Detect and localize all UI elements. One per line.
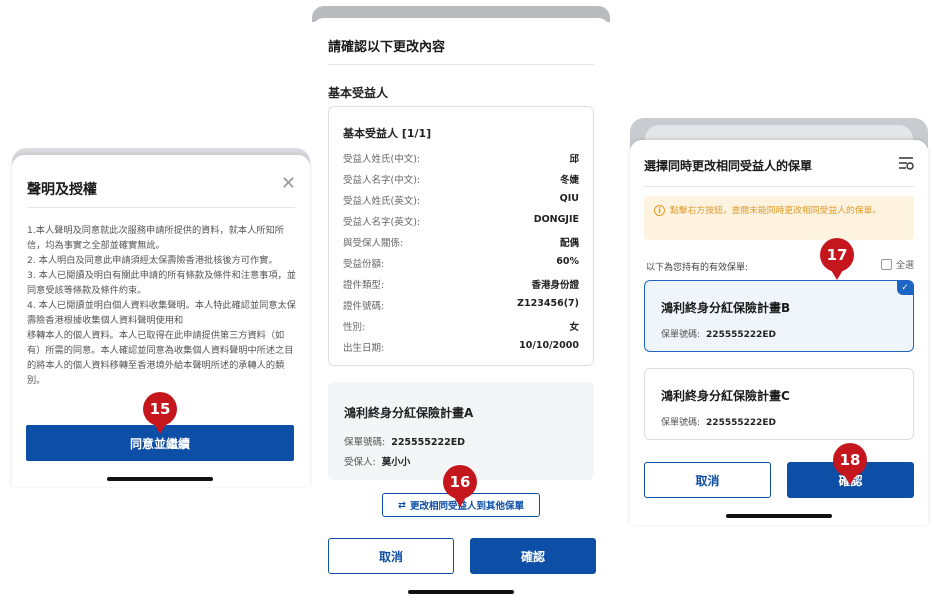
step-badge-15: 15	[143, 392, 177, 434]
insured-label: 受保人:	[344, 457, 376, 468]
field-row: 與受保人關係: 配偶	[343, 235, 579, 249]
policy-number-row: 保單號碼: 225555222ED	[661, 415, 776, 428]
field-value: 60%	[556, 256, 579, 267]
field-label: 受益人姓氏(英文):	[343, 196, 421, 207]
field-row: 受益份額: 60%	[343, 256, 579, 270]
declaration-paragraph: 3. 本人已閱讀及明白有關此申請的所有條款及條件和注意事項，並同意受該等條款及條…	[27, 270, 296, 296]
policy-label: 保單號碼:	[661, 330, 701, 340]
section-title: 基本受益人	[328, 86, 389, 100]
cancel-button[interactable]: 取消	[644, 462, 771, 498]
sheet-title: 選擇同時更改相同受益人的保單	[644, 159, 813, 173]
field-row: 受益人姓氏(英文): QIU	[343, 193, 579, 207]
beneficiary-card: 基本受益人 [1/1] 受益人姓氏(中文): 邱 受益人名字(中文): 冬婕 受益人…	[328, 106, 594, 366]
notice-banner: i 點擊右方按鈕，查閱未能同時更改相同受益人的保單。	[644, 196, 914, 240]
filter-icon[interactable]	[898, 156, 914, 170]
field-label: 證件類型:	[343, 280, 385, 291]
field-row: 出生日期: 10/10/2000	[343, 340, 579, 354]
declaration-text: 1.本人聲明及同意就此次服務申請所提供的資料，就本人所知所信，均為事實之全部並確…	[27, 223, 297, 388]
field-row: 證件類型: 香港身份證	[343, 277, 579, 291]
declaration-paragraph: 移轉本人的個人資料。本人已取得在此申請提供第三方資料（如有）所需的同意。本人確認…	[27, 330, 294, 386]
policy-label: 保單號碼:	[661, 418, 701, 428]
field-row: 受益人姓氏(中文): 邱	[343, 151, 579, 165]
checkbox-icon[interactable]	[880, 259, 892, 270]
sheet-top	[312, 18, 610, 32]
home-indicator	[408, 590, 514, 594]
field-row: 證件號碼: Z123456(7)	[343, 298, 579, 312]
insured-name: 莫小小	[381, 457, 411, 468]
declaration-paragraph: 4. 本人已閱讀並明白個人資料收集聲明。本人特此確認並同意太保壽險香港根據收集個…	[27, 300, 296, 326]
check-icon: ✓	[897, 281, 913, 295]
declaration-paragraph: 2. 本人明白及同意此申請須經太保壽險香港批核後方可作實。	[27, 255, 278, 266]
field-value: DONGJIE	[533, 214, 579, 225]
policy-label: 保單號碼:	[344, 437, 386, 448]
field-row: 性別: 女	[343, 319, 579, 333]
home-indicator	[726, 514, 832, 518]
policy-number: 225555222ED	[706, 418, 777, 428]
change-other-policies-label: 更改相同受益人到其他保單	[409, 501, 524, 512]
divider	[644, 186, 914, 187]
select-all-label: 全選	[895, 261, 914, 271]
field-label: 受益份額:	[343, 259, 385, 270]
field-label: 出生日期:	[343, 343, 385, 354]
step-badge-18: 18	[833, 443, 867, 485]
notice-text: 點擊右方按鈕，查閱未能同時更改相同受益人的保單。	[670, 206, 882, 216]
sheet-title: 聲明及授權	[27, 182, 97, 198]
field-value: 冬婕	[559, 175, 579, 186]
policy-number-row: 保單號碼: 225555222ED	[344, 434, 465, 448]
info-icon: i	[654, 205, 665, 216]
step-badge-17: 17	[820, 238, 854, 280]
field-label: 性別:	[343, 322, 366, 333]
refresh-icon: ⇄	[398, 499, 406, 511]
policy-name: 鴻利終身分紅保險計畫C	[661, 389, 790, 403]
field-label: 受益人姓氏(中文):	[343, 154, 421, 165]
divider	[328, 64, 594, 65]
select-policies-sheet: 選擇同時更改相同受益人的保單 i 點擊右方按鈕，查閱未能同時更改相同受益人的保單…	[630, 140, 928, 525]
field-label: 受益人名字(中文):	[343, 175, 421, 186]
confirm-changes-sheet: 請確認以下更改內容 基本受益人 基本受益人 [1/1] 受益人姓氏(中文): 邱 …	[312, 6, 610, 609]
field-value: 配偶	[559, 238, 579, 249]
field-value: QIU	[559, 193, 579, 204]
field-value: 女	[569, 322, 579, 333]
policy-name: 鴻利終身分紅保險計畫B	[661, 301, 791, 315]
plan-name: 鴻利終身分紅保險計畫A	[344, 406, 474, 420]
policy-number: 225555222ED	[391, 437, 466, 448]
step-badge-16: 16	[443, 465, 477, 507]
policy-card[interactable]: 鴻利終身分紅保險計畫C 保單號碼: 225555222ED	[644, 368, 914, 440]
policy-number-row: 保單號碼: 225555222ED	[661, 327, 776, 340]
policy-number: 225555222ED	[706, 330, 777, 340]
card-title: 基本受益人 [1/1]	[343, 127, 432, 140]
confirm-button[interactable]: 確認	[470, 538, 596, 574]
declaration-paragraph: 1.本人聲明及同意就此次服務申請所提供的資料，就本人所知所信，均為事實之全部並確…	[27, 225, 284, 251]
field-row: 受益人名字(中文): 冬婕	[343, 172, 579, 186]
holding-label: 以下為您持有的有效保單:	[646, 263, 749, 273]
field-row: 受益人名字(英文): DONGJIE	[343, 214, 579, 228]
declaration-sheet: 聲明及授權 ✕ 1.本人聲明及同意就此次服務申請所提供的資料，就本人所知所信，均…	[12, 155, 310, 487]
cancel-button[interactable]: 取消	[328, 538, 454, 574]
field-label: 證件號碼:	[343, 301, 385, 312]
field-value: Z123456(7)	[517, 298, 579, 309]
policy-card-selected[interactable]: ✓ 鴻利終身分紅保險計畫B 保單號碼: 225555222ED	[644, 280, 914, 352]
divider	[27, 207, 295, 208]
field-value: 香港身份證	[531, 280, 579, 291]
insured-row: 受保人: 莫小小	[344, 454, 410, 468]
home-indicator	[107, 477, 213, 481]
select-all-checkbox[interactable]: 全選	[880, 258, 914, 271]
field-label: 受益人名字(英文):	[343, 217, 421, 228]
close-icon[interactable]: ✕	[281, 175, 296, 193]
field-value: 10/10/2000	[519, 340, 579, 351]
field-label: 與受保人關係:	[343, 238, 404, 249]
sheet-title: 請確認以下更改內容	[328, 40, 446, 55]
field-value: 邱	[569, 154, 579, 165]
